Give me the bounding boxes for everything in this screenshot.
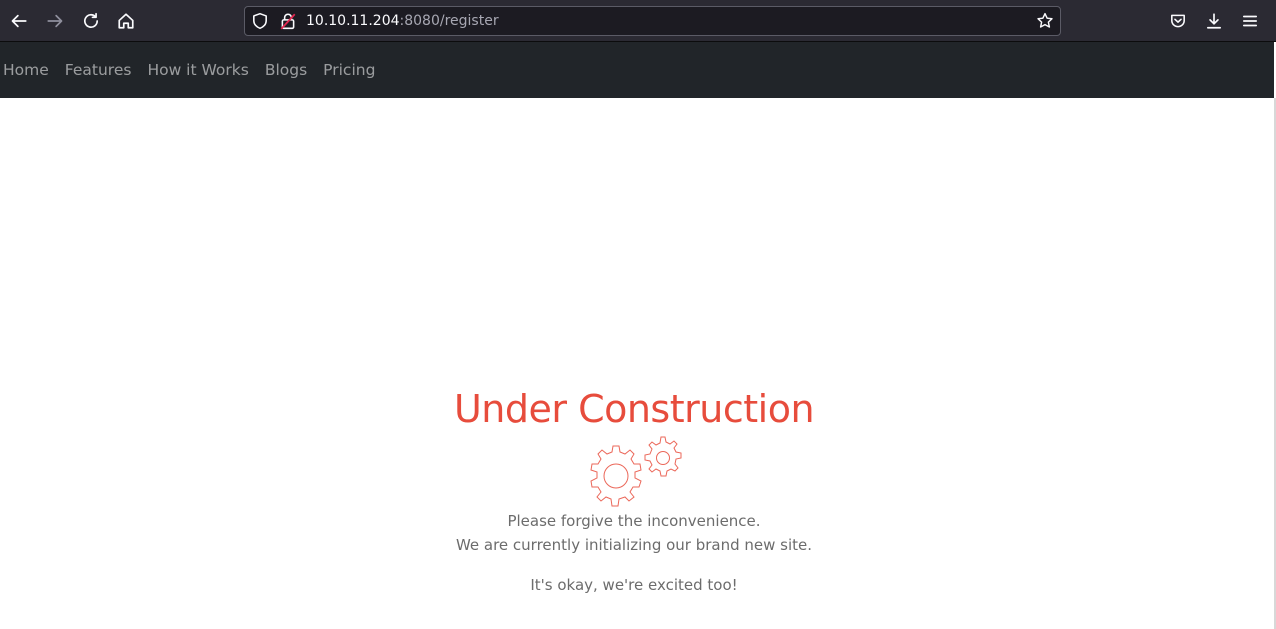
home-icon — [118, 13, 134, 29]
back-button[interactable] — [6, 7, 32, 35]
app-menu-button[interactable] — [1237, 7, 1263, 35]
nav-link-features[interactable]: Features — [65, 60, 132, 80]
downloads-button[interactable] — [1201, 7, 1227, 35]
download-icon — [1206, 13, 1222, 29]
bookmark-star-icon[interactable] — [1036, 12, 1054, 30]
main-content: Under Construction Please forgive the in… — [0, 98, 1274, 629]
url-bar[interactable]: 10.10.11.204:8080/register — [244, 6, 1061, 36]
message-line-3: It's okay, we're excited too! — [530, 576, 738, 594]
menu-icon — [1242, 15, 1258, 27]
nav-link-pricing[interactable]: Pricing — [323, 60, 375, 80]
nav-link-home[interactable]: Home — [3, 60, 49, 80]
back-arrow-icon — [11, 14, 27, 28]
url-host: 10.10.11.204 — [306, 13, 400, 29]
pocket-button[interactable] — [1165, 7, 1191, 35]
home-button[interactable] — [113, 7, 139, 35]
url-path: :8080/register — [399, 13, 499, 29]
forward-arrow-icon — [47, 14, 63, 28]
nav-links: Home Features How it Works Blogs Pricing — [3, 60, 391, 80]
reload-button[interactable] — [78, 7, 104, 35]
message-line-1: Please forgive the inconvenience. — [507, 512, 761, 530]
shield-icon[interactable] — [251, 12, 269, 30]
gears-icon — [590, 436, 682, 507]
nav-link-how-it-works[interactable]: How it Works — [147, 60, 248, 80]
pocket-icon — [1171, 14, 1185, 28]
reload-icon — [83, 12, 99, 28]
lock-warning-icon[interactable] — [279, 12, 297, 30]
message-line-2: We are currently initializing our brand … — [455, 536, 813, 554]
nav-link-blogs[interactable]: Blogs — [265, 60, 307, 80]
url-text[interactable]: 10.10.11.204:8080/register — [306, 13, 499, 30]
forward-button[interactable] — [42, 7, 68, 35]
browser-toolbar: 10.10.11.204:8080/register — [0, 0, 1276, 42]
page-title: Under Construction — [453, 387, 815, 431]
site-navbar: Home Features How it Works Blogs Pricing — [0, 42, 1274, 98]
